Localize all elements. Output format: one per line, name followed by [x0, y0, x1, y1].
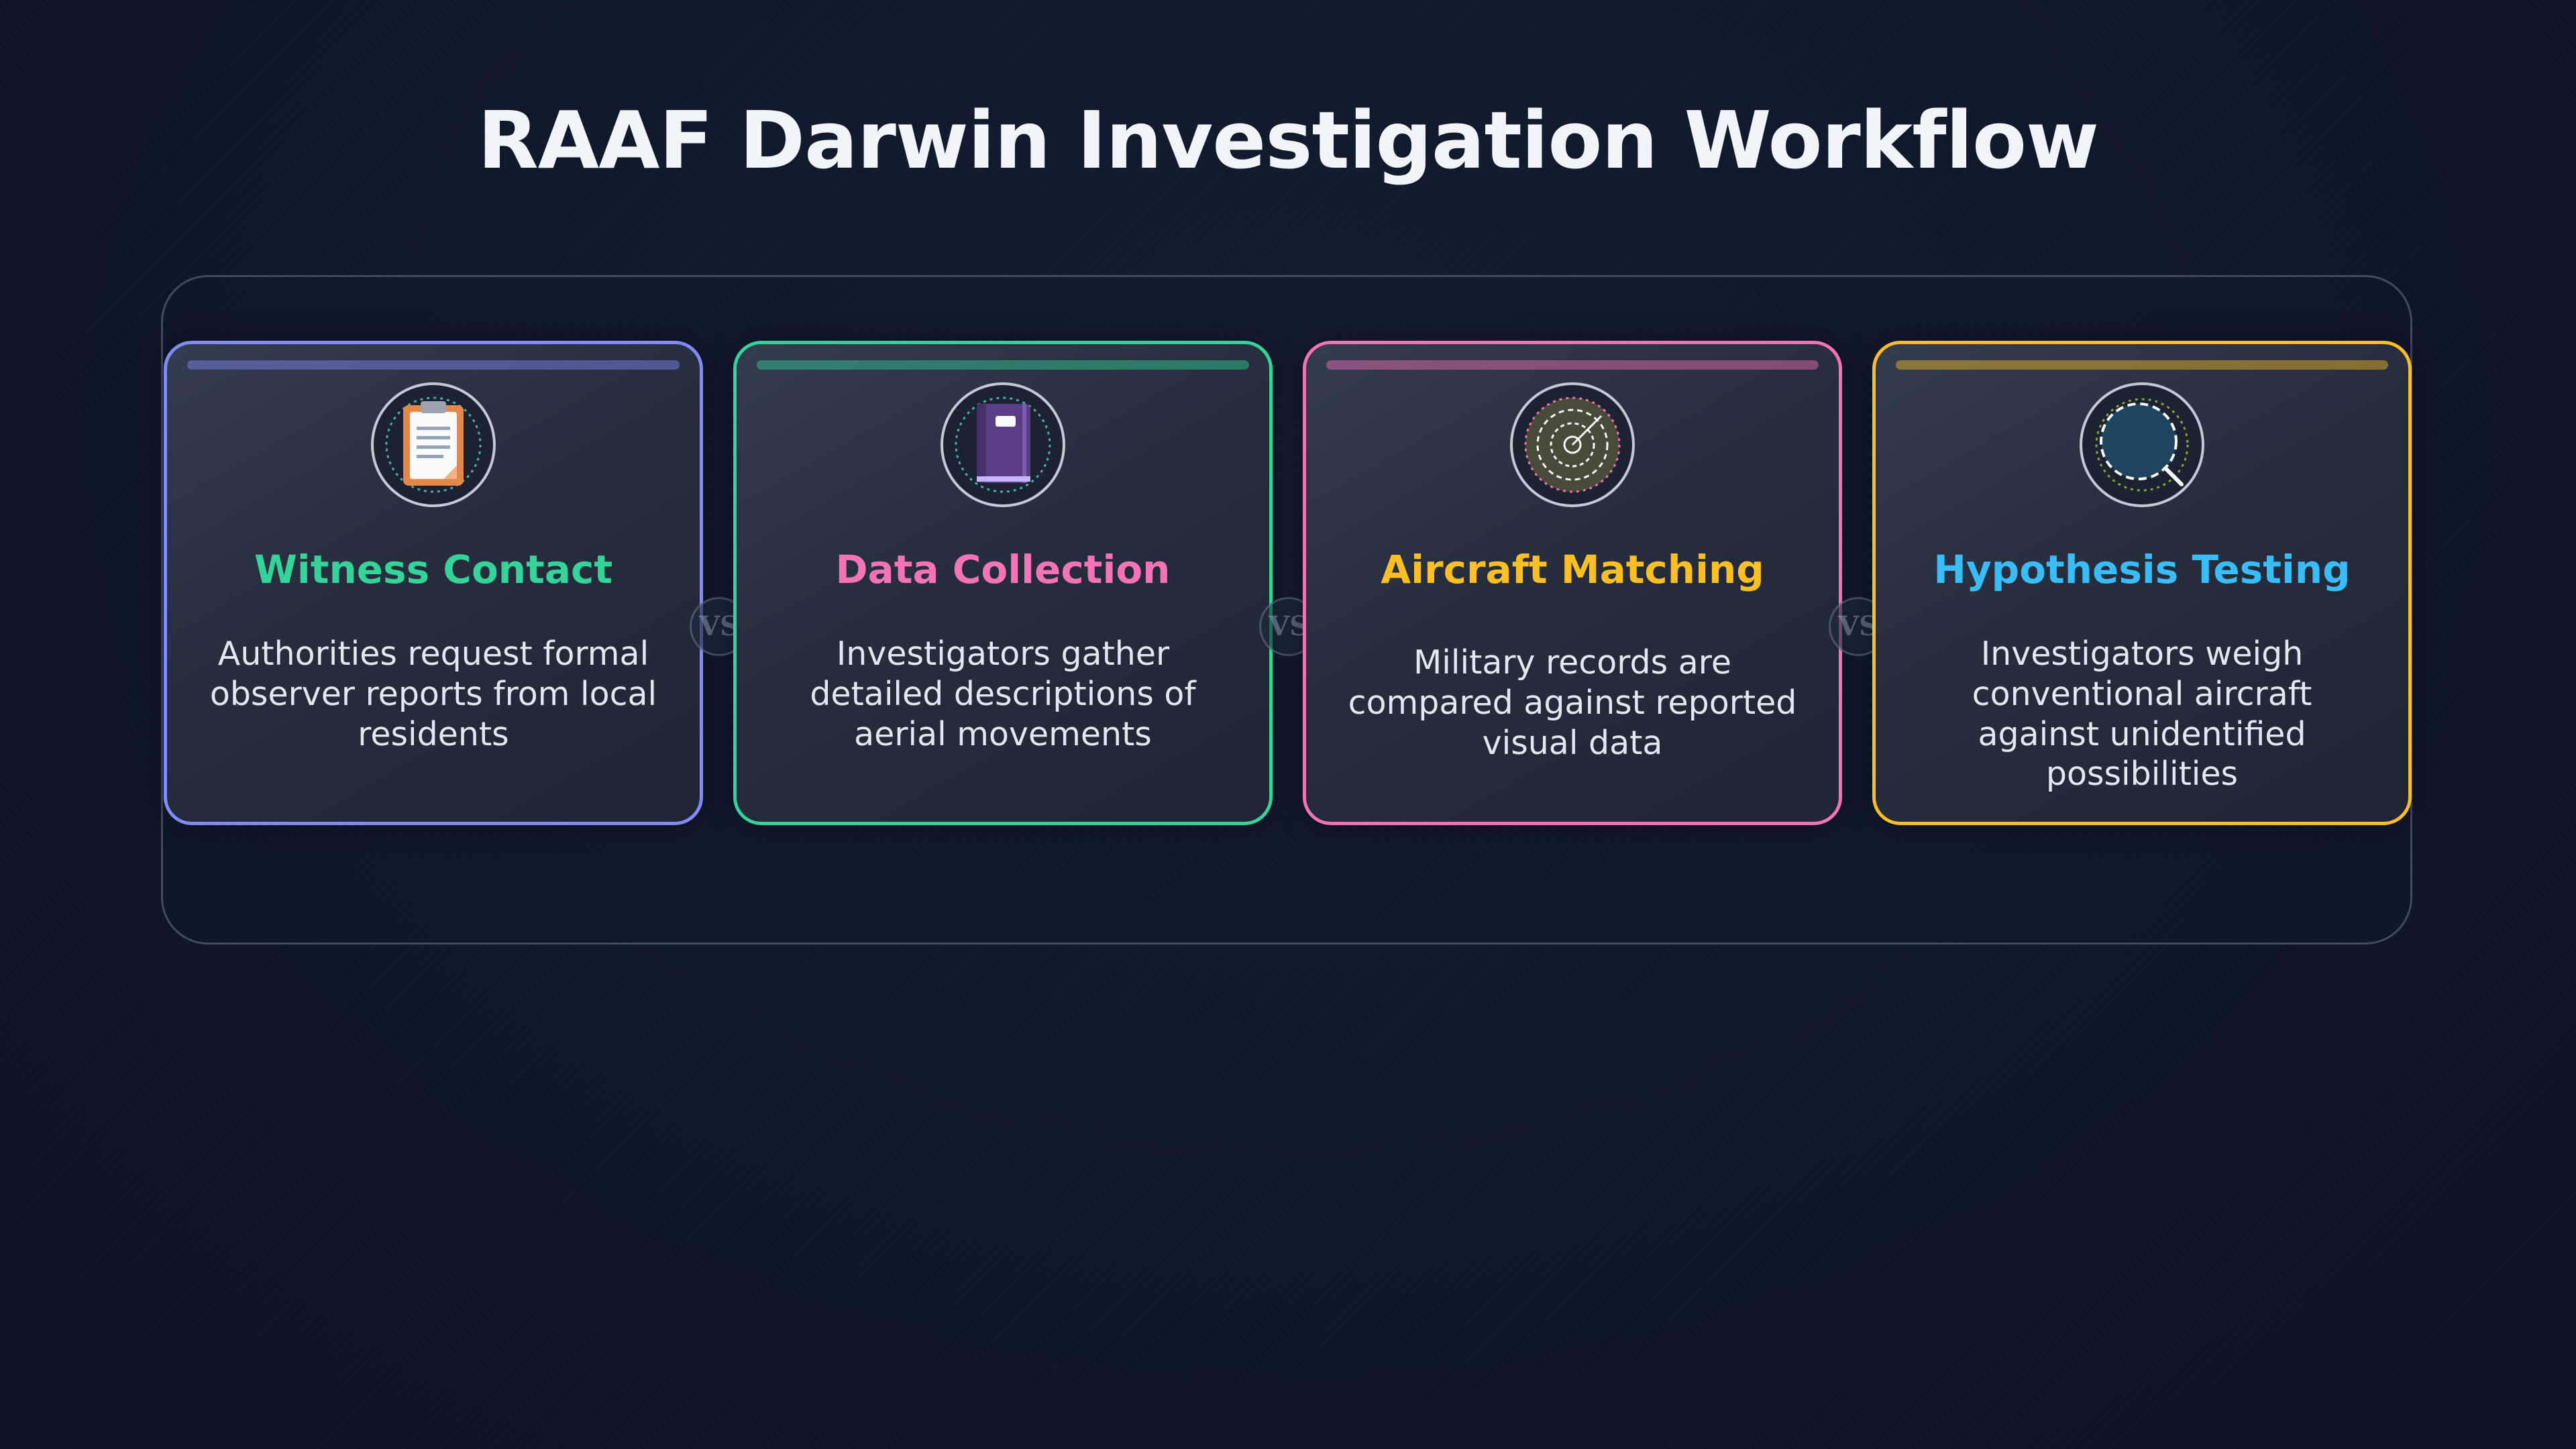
step-title: Witness Contact [254, 547, 613, 592]
step-description: Investigators weigh conventional aircraf… [1972, 635, 2312, 794]
radar-icon [1510, 382, 1635, 507]
magnifier-icon [2080, 382, 2204, 507]
step-description: Military records are compared against re… [1348, 643, 1797, 762]
step-card-hypothesis-testing: Hypothesis Testing Investigators weigh c… [1872, 341, 2412, 825]
notebook-icon [941, 382, 1065, 507]
clipboard-icon [371, 382, 496, 507]
step-title: Aircraft Matching [1381, 547, 1764, 592]
card-accent-bar [1326, 360, 1819, 370]
step-card-witness-contact: Witness Contact Authorities request form… [164, 341, 703, 825]
step-description: Investigators gather detailed descriptio… [810, 635, 1196, 753]
step-title: Data Collection [835, 547, 1171, 592]
card-accent-bar [187, 360, 680, 370]
page-title: RAAF Darwin Investigation Workflow [477, 94, 2099, 186]
step-card-data-collection: Data Collection Investigators gather det… [733, 341, 1273, 825]
card-accent-bar [757, 360, 1249, 370]
card-accent-bar [1896, 360, 2388, 370]
step-title: Hypothesis Testing [1933, 547, 2351, 592]
step-card-aircraft-matching: Aircraft Matching Military records are c… [1303, 341, 1842, 825]
step-description: Authorities request formal observer repo… [209, 635, 657, 753]
